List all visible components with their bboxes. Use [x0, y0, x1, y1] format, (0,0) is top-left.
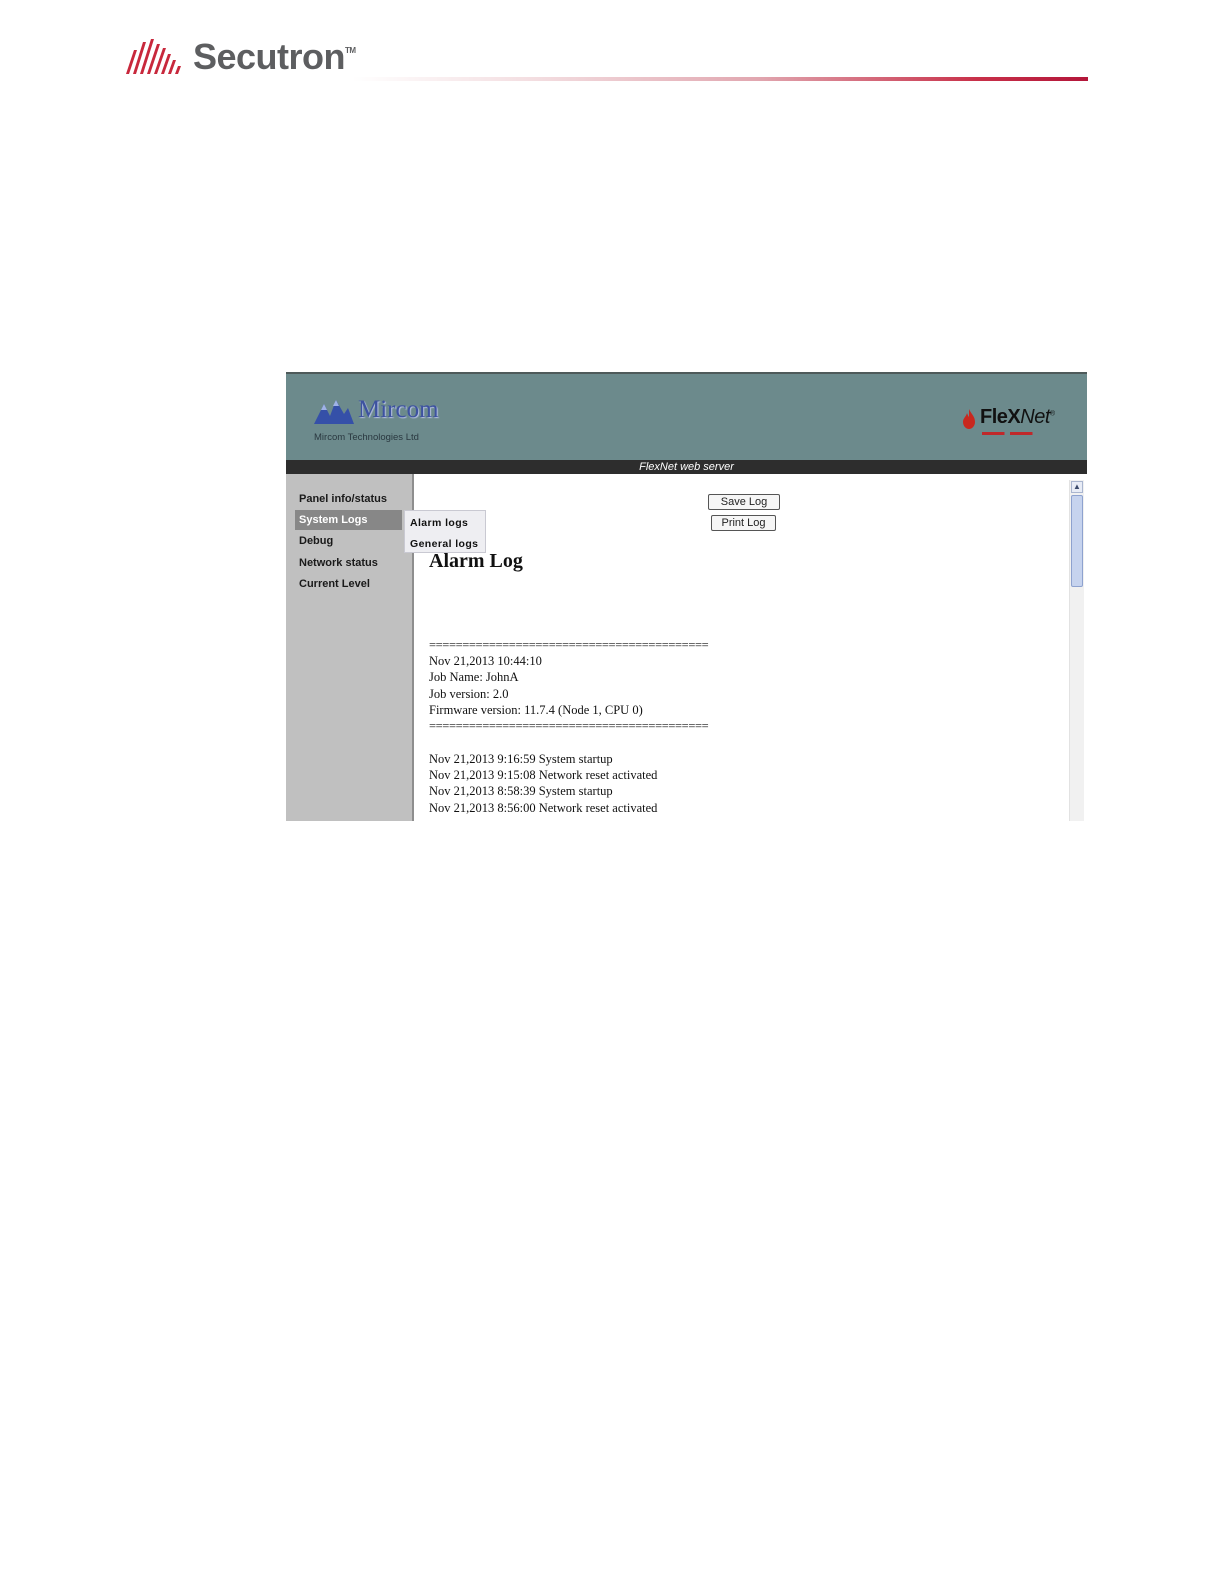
header-rule	[352, 77, 1088, 81]
server-title-bar: FlexNet web server	[286, 460, 1087, 474]
sidebar-item-network-status[interactable]: Network status	[295, 553, 402, 573]
document-header: SecutronTM	[124, 34, 1088, 84]
print-log-button[interactable]: Print Log	[711, 515, 776, 531]
log-separator-bottom: ========================================…	[429, 719, 709, 733]
log-entry: Nov 21,2013 8:56:00 Network reset activa…	[429, 801, 658, 815]
sidebar-item-current-level[interactable]: Current Level	[295, 574, 402, 594]
sidebar-item-panel-info[interactable]: Panel info/status	[295, 489, 402, 509]
log-separator-top: ========================================…	[429, 638, 709, 652]
log-header-job-version: Job version: 2.0	[429, 687, 509, 701]
scroll-thumb[interactable]	[1071, 495, 1083, 587]
submenu-alarm-logs[interactable]: Alarm logs	[410, 517, 468, 529]
flexnet-italic: Net	[1020, 406, 1050, 428]
mircom-subtitle: Mircom Technologies Ltd	[314, 432, 419, 443]
system-logs-submenu: Alarm logs General logs	[404, 510, 486, 553]
sidebar-item-debug[interactable]: Debug	[295, 531, 402, 551]
log-header-job-name: Job Name: JohnA	[429, 670, 519, 684]
page-title: Alarm Log	[429, 550, 523, 572]
brand-name: SecutronTM	[193, 36, 356, 77]
flexnet-underline	[982, 432, 1038, 435]
sidebar-item-system-logs[interactable]: System Logs	[295, 510, 402, 530]
flexnet-tm: ®	[1049, 410, 1055, 418]
flexnet-web-server-screenshot: Mircom Mircom Technologies Ltd FleXNet® …	[286, 372, 1087, 821]
submenu-general-logs[interactable]: General logs	[410, 538, 478, 550]
log-entry: Nov 21,2013 9:15:08 Network reset activa…	[429, 768, 658, 782]
save-log-button[interactable]: Save Log	[708, 494, 780, 510]
flame-icon	[963, 409, 975, 429]
mircom-logo-text: Mircom	[358, 396, 439, 423]
banner: Mircom Mircom Technologies Ltd FleXNet®	[286, 374, 1087, 460]
log-entry: Nov 21,2013 8:58:39 System startup	[429, 784, 613, 798]
log-header-firmware: Firmware version: 11.7.4 (Node 1, CPU 0)	[429, 703, 643, 717]
scroll-up-arrow-icon[interactable]: ▲	[1071, 481, 1083, 493]
log-header-date: Nov 21,2013 10:44:10	[429, 654, 542, 668]
sidebar: Panel info/status System Logs Debug Netw…	[286, 474, 414, 821]
flexnet-logo: FleXNet®	[954, 406, 1064, 435]
log-entry: Nov 21,2013 9:16:59 System startup	[429, 752, 613, 766]
secutron-logo-icon	[126, 39, 181, 74]
vertical-scrollbar[interactable]: ▲	[1069, 480, 1084, 821]
mircom-mountain-icon	[314, 400, 354, 424]
flexnet-bold: FleX	[980, 406, 1021, 428]
